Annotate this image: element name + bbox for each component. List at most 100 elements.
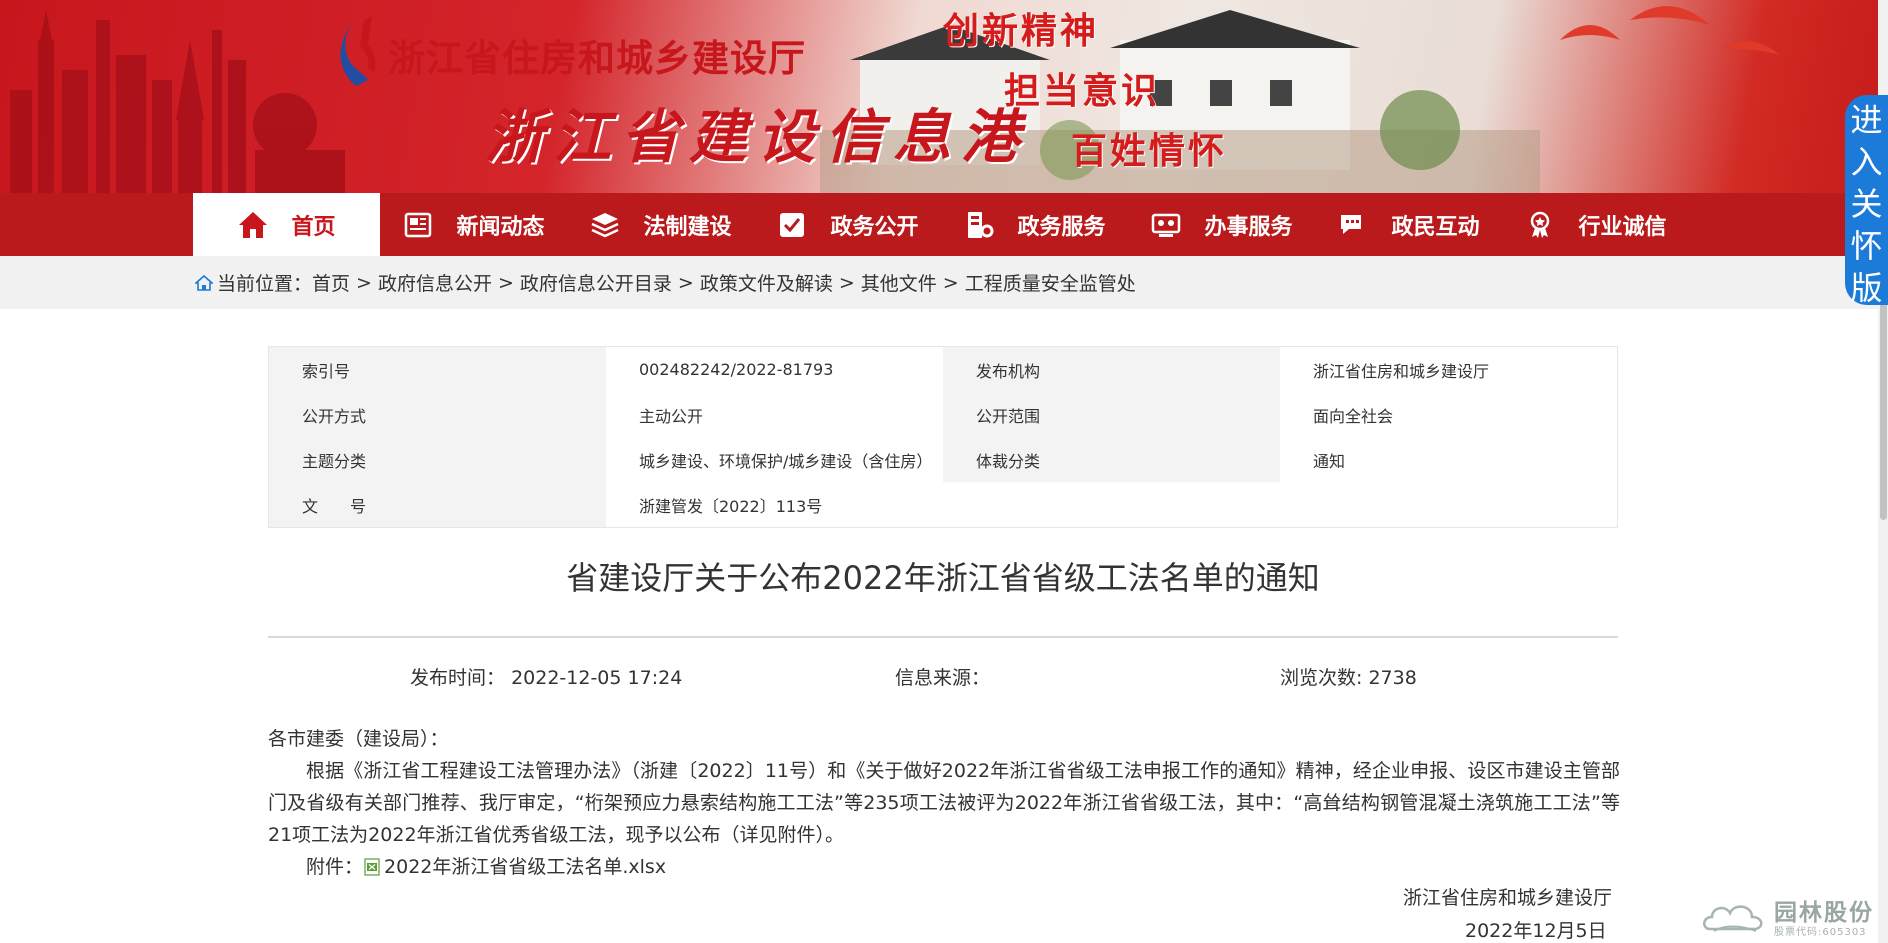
- nav-item-interaction[interactable]: 政民互动: [1315, 193, 1502, 256]
- info-source: 信息来源：: [895, 663, 990, 690]
- meta-label-open-scope: 公开范围: [943, 392, 1280, 437]
- cloud-logo-icon: [1703, 905, 1763, 932]
- meta-row: 索引号 002482242/2022-81793 发布机构 浙江省住房和城乡建设…: [269, 347, 1617, 392]
- meta-empty-cell: [1280, 482, 1617, 527]
- nav-item-integrity[interactable]: 行业诚信: [1502, 193, 1689, 256]
- chat-icon: [1337, 209, 1369, 241]
- breadcrumb-link-other-docs[interactable]: 其他文件: [861, 269, 937, 296]
- meta-value-topic: 城乡建设、环境保护/城乡建设（含住房）: [606, 437, 943, 482]
- article-body: 各市建委（建设局）： 根据《浙江省工程建设工法管理办法》（浙建〔2022〕11号…: [268, 723, 1620, 883]
- publish-time-value: 2022-12-05 17:24: [511, 667, 683, 689]
- elder-mode-button[interactable]: 进 入 关 怀 版: [1845, 95, 1888, 307]
- meta-value-index-no: 002482242/2022-81793: [606, 347, 943, 392]
- article-signature: 浙江省住房和城乡建设厅: [1403, 887, 1613, 909]
- publish-time: 发布时间： 2022-12-05 17:24: [410, 663, 682, 690]
- nav-items: 首页 新闻动态 法制建设 政务公开 政务服务 办事服务 政民互动 行业诚信: [193, 193, 1689, 256]
- nav-item-label: 政民互动: [1391, 214, 1480, 240]
- publish-time-label: 发布时间：: [410, 667, 506, 689]
- nav-item-label: 法制建设: [643, 214, 732, 240]
- view-count: 浏览次数: 2738: [1280, 663, 1417, 690]
- nav-item-label: 政务服务: [1017, 214, 1106, 240]
- meta-value-publisher: 浙江省住房和城乡建设厅: [1280, 347, 1617, 392]
- monitor-icon: [1150, 209, 1182, 241]
- title-divider: [268, 636, 1618, 638]
- newspaper-icon: [402, 209, 434, 241]
- nav-item-label: 政务公开: [830, 214, 919, 240]
- elder-mode-char: 版: [1850, 269, 1883, 307]
- meta-label-genre: 体裁分类: [943, 437, 1280, 482]
- breadcrumb-bar: 当前位置： 首页 > 政府信息公开 > 政府信息公开目录 > 政策文件及解读 >…: [0, 256, 1888, 309]
- nav-item-gov-open[interactable]: 政务公开: [754, 193, 941, 256]
- watermark-code: 股票代码:605303: [1774, 927, 1867, 938]
- nav-item-label: 行业诚信: [1578, 214, 1667, 240]
- article-salutation: 各市建委（建设局）：: [268, 728, 449, 750]
- meta-label-doc-no: 文 号: [269, 482, 606, 527]
- elder-mode-char: 入: [1850, 143, 1883, 181]
- nav-item-home[interactable]: 首页: [193, 193, 380, 256]
- meta-value-genre: 通知: [1280, 437, 1617, 482]
- city-skyline-illustration: [10, 10, 345, 193]
- org-title: 浙江省住房和城乡建设厅: [388, 36, 806, 80]
- meta-label-index-no: 索引号: [269, 347, 606, 392]
- article-date: 2022年12月5日: [1465, 920, 1607, 942]
- stack-icon: [589, 209, 621, 241]
- breadcrumb-link-gov-info-catalog[interactable]: 政府信息公开目录: [520, 269, 672, 296]
- site-title: 浙江省建设信息港: [485, 103, 1030, 171]
- breadcrumb-separator: >: [942, 271, 959, 294]
- meta-value-doc-no: 浙建管发〔2022〕113号: [606, 482, 943, 527]
- excel-file-icon: [364, 858, 380, 876]
- breadcrumb-separator: >: [677, 271, 694, 294]
- meta-label-topic: 主题分类: [269, 437, 606, 482]
- breadcrumb-separator: >: [838, 271, 855, 294]
- nav-item-label: 新闻动态: [456, 214, 545, 240]
- meta-row: 公开方式 主动公开 公开范围 面向全社会: [269, 392, 1617, 437]
- nav-item-label: 首页: [291, 214, 336, 240]
- breadcrumb: 当前位置： 首页 > 政府信息公开 > 政府信息公开目录 > 政策文件及解读 >…: [195, 256, 1136, 309]
- attachment-line: 附件： 2022年浙江省省级工法名单.xlsx: [268, 851, 1620, 883]
- flying-doves-illustration: [1560, 6, 1780, 55]
- breadcrumb-link-quality-safety[interactable]: 工程质量安全监管处: [965, 269, 1136, 296]
- attachment-label: 附件：: [306, 856, 364, 878]
- nav-item-legal[interactable]: 法制建设: [567, 193, 754, 256]
- watermark: 园林股份 股票代码:605303: [1700, 893, 1878, 939]
- breadcrumb-separator: >: [356, 271, 372, 294]
- meta-empty-cell: [943, 482, 1280, 527]
- elder-mode-char: 关: [1850, 185, 1883, 223]
- slogan-1: 创新精神: [943, 10, 1100, 52]
- meta-row: 主题分类 城乡建设、环境保护/城乡建设（含住房） 体裁分类 通知: [269, 437, 1617, 482]
- nav-item-affairs[interactable]: 办事服务: [1128, 193, 1315, 256]
- department-logo-icon: [340, 16, 376, 86]
- meta-value-open-method: 主动公开: [606, 392, 943, 437]
- meta-label-publisher: 发布机构: [943, 347, 1280, 392]
- medal-icon: [1524, 209, 1556, 241]
- article-title: 省建设厅关于公布2022年浙江省省级工法名单的通知: [566, 559, 1320, 597]
- breadcrumb-separator: >: [497, 271, 514, 294]
- attachment-link[interactable]: 2022年浙江省省级工法名单.xlsx: [384, 851, 666, 883]
- info-source-label: 信息来源：: [895, 667, 991, 689]
- breadcrumb-link-home[interactable]: 首页: [312, 269, 350, 296]
- view-count-label: 浏览次数:: [1280, 667, 1363, 689]
- nav-item-gov-service[interactable]: 政务服务: [941, 193, 1128, 256]
- location-home-icon: [195, 274, 213, 291]
- breadcrumb-link-policy-docs[interactable]: 政策文件及解读: [700, 269, 833, 296]
- site-banner: 浙江省住房和城乡建设厅 浙江省建设信息港 创新精神 担当意识 百姓情怀: [0, 0, 1888, 193]
- check-board-icon: [776, 209, 808, 241]
- view-count-value: 2738: [1368, 667, 1417, 689]
- document-meta-table: 索引号 002482242/2022-81793 发布机构 浙江省住房和城乡建设…: [268, 346, 1618, 528]
- nav-item-news[interactable]: 新闻动态: [380, 193, 567, 256]
- article-paragraph: 根据《浙江省工程建设工法管理办法》（浙建〔2022〕11号）和《关于做好2022…: [268, 760, 1620, 846]
- watermark-name: 园林股份: [1774, 900, 1874, 926]
- meta-row: 文 号 浙建管发〔2022〕113号: [269, 482, 1617, 527]
- meta-value-open-scope: 面向全社会: [1280, 392, 1617, 437]
- slogan-3: 百姓情怀: [1071, 130, 1228, 172]
- breadcrumb-link-gov-info[interactable]: 政府信息公开: [378, 269, 492, 296]
- page-scrollbar-thumb[interactable]: [1880, 300, 1887, 520]
- home-icon: [237, 209, 269, 241]
- nav-item-label: 办事服务: [1204, 214, 1293, 240]
- breadcrumb-prefix: 当前位置：: [217, 273, 313, 295]
- slogan-2: 担当意识: [1004, 70, 1161, 112]
- meta-label-open-method: 公开方式: [269, 392, 606, 437]
- main-nav: 首页 新闻动态 法制建设 政务公开 政务服务 办事服务 政民互动 行业诚信: [0, 193, 1888, 256]
- elder-mode-char: 怀: [1850, 227, 1883, 265]
- service-gear-icon: [963, 209, 995, 241]
